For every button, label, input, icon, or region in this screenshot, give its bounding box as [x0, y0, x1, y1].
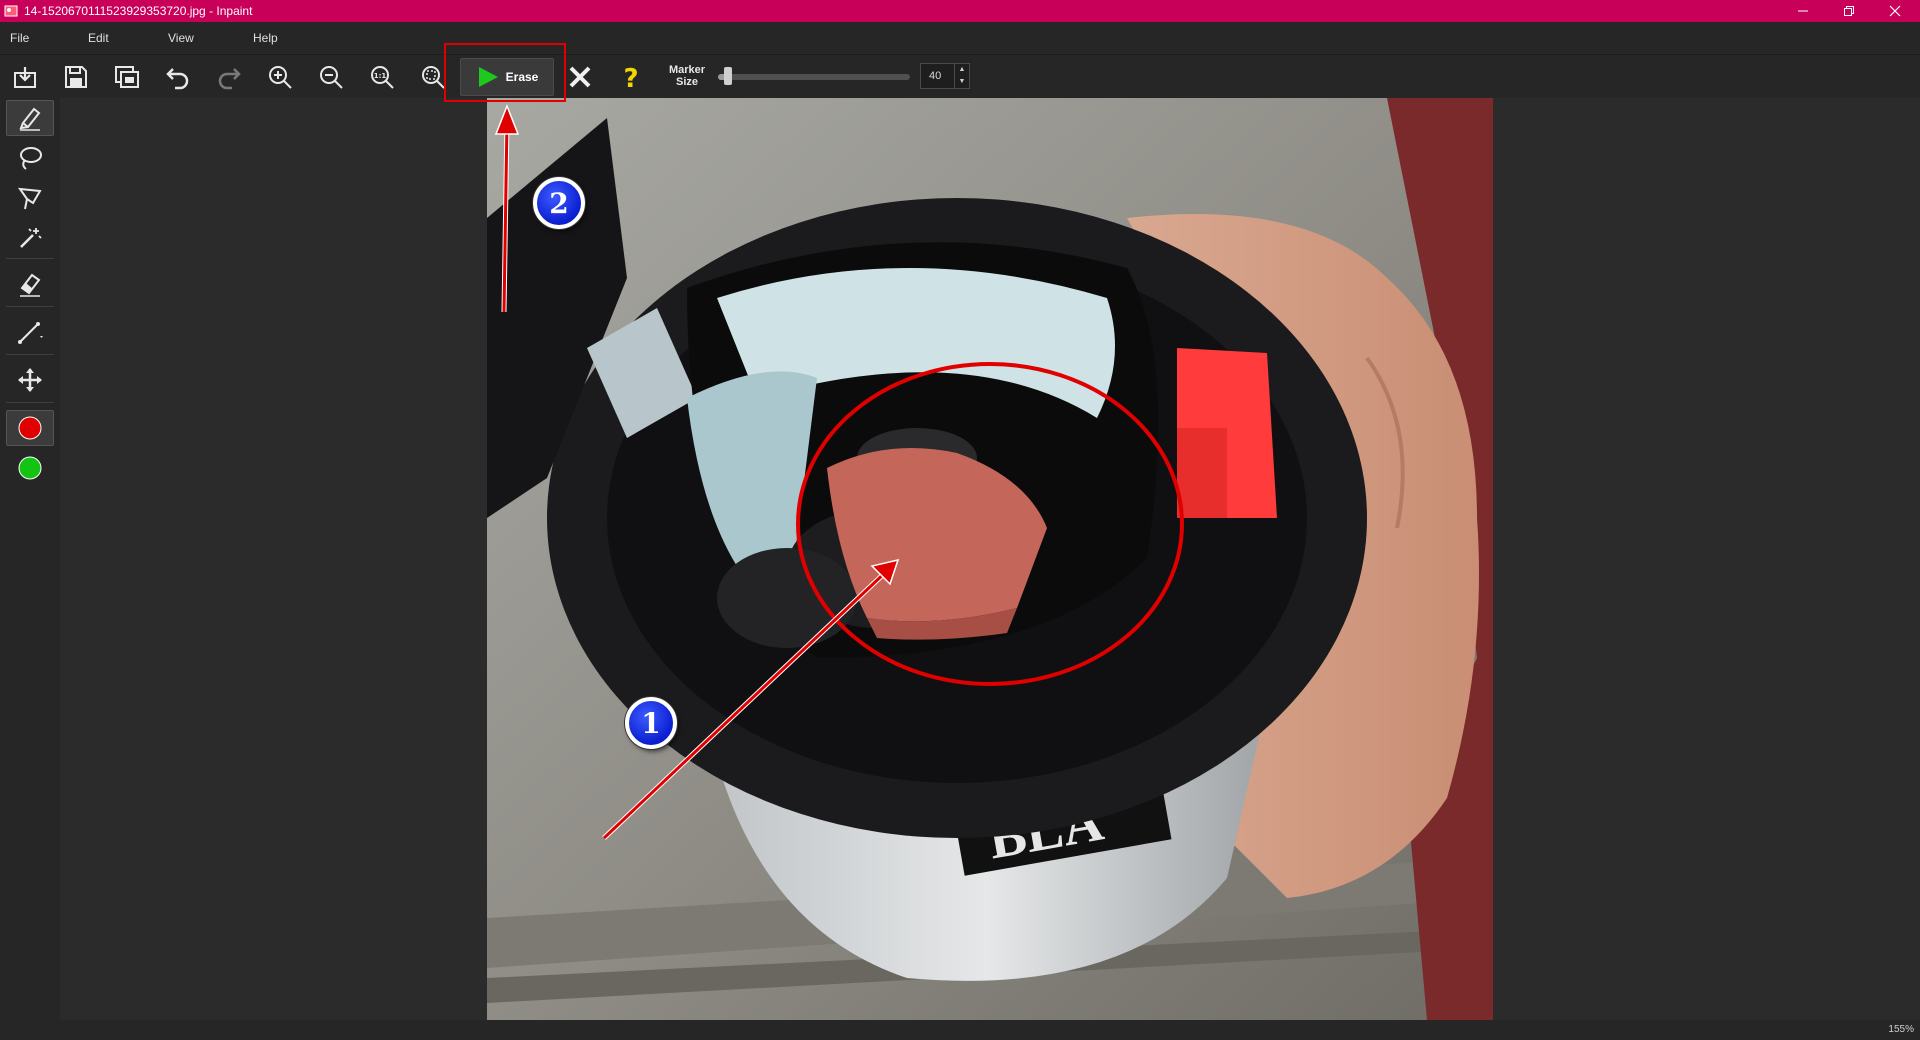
move-tool[interactable] [6, 362, 54, 398]
lasso-icon [20, 147, 42, 170]
undo-button[interactable] [163, 62, 193, 92]
polygon-lasso-icon [17, 187, 42, 210]
marker-size-value: 40 [929, 70, 942, 82]
zoom-out-button[interactable] [316, 62, 346, 92]
marker-label-line1: Marker [668, 64, 706, 76]
zoom-actual-button[interactable]: 1:1 [367, 62, 397, 92]
eraser-icon [20, 273, 41, 297]
lasso-tool[interactable] [6, 140, 54, 176]
red-dot-icon [18, 416, 42, 440]
menu-view[interactable]: View [168, 31, 194, 45]
slider-handle[interactable] [723, 67, 732, 85]
save-icon [65, 66, 87, 88]
image-canvas[interactable]: BLA [487, 98, 1493, 1020]
marker-size-slider[interactable] [718, 67, 910, 85]
erase-button-highlight [444, 43, 566, 102]
keep-color-tool[interactable] [6, 450, 54, 486]
help-button[interactable]: ? [616, 62, 646, 92]
menu-bar: File Edit View Help [0, 22, 1920, 54]
close-button[interactable] [1872, 0, 1918, 22]
restore-icon [1844, 6, 1854, 16]
step-badge-1: 1 [625, 697, 677, 749]
open-icon [14, 67, 36, 88]
marker-tool[interactable] [6, 100, 54, 136]
photo-illustration: BLA [487, 98, 1493, 1020]
svg-text:?: ? [623, 64, 638, 90]
zoom-fit-icon [422, 66, 445, 89]
spin-up-icon[interactable]: ▲ [955, 64, 969, 76]
toolbox-divider [6, 354, 54, 355]
spin-down-icon[interactable]: ▼ [955, 76, 969, 88]
toolbox-divider [6, 258, 54, 259]
green-dot-icon [18, 456, 42, 480]
marker-size-label: Marker Size [660, 64, 714, 88]
zoom-level: 155% [1888, 1024, 1914, 1035]
move-icon [18, 368, 42, 392]
batch-icon [115, 66, 139, 88]
magic-wand-tool[interactable] [6, 220, 54, 256]
redo-button[interactable] [214, 62, 244, 92]
open-button[interactable] [10, 62, 40, 92]
undo-icon [166, 68, 189, 90]
zoom-in-button[interactable] [265, 62, 295, 92]
zoom-out-icon [320, 66, 343, 89]
toolbox-divider [6, 402, 54, 403]
redo-icon [218, 68, 241, 90]
line-icon [18, 322, 43, 344]
restore-button[interactable] [1826, 0, 1872, 22]
marker-size-input[interactable]: 40 ▲ ▼ [920, 63, 970, 89]
cancel-button[interactable] [565, 62, 595, 92]
step-badge-2: 2 [533, 177, 585, 229]
toolbox-divider [6, 306, 54, 307]
tool-panel [0, 98, 60, 1040]
app-icon [4, 5, 18, 17]
marker-label-line2: Size [675, 76, 698, 88]
line-tool[interactable] [6, 314, 54, 350]
spin-arrows[interactable]: ▲ ▼ [954, 64, 969, 88]
svg-text:1:1: 1:1 [374, 72, 387, 80]
window-title: 14-152067011152392935372​0.jpg - Inpaint [24, 4, 253, 18]
close-icon [569, 66, 591, 88]
batch-button[interactable] [112, 62, 142, 92]
save-button[interactable] [61, 62, 91, 92]
minimize-icon [1798, 10, 1808, 12]
close-icon [1889, 5, 1901, 17]
menu-help[interactable]: Help [253, 31, 278, 45]
main-toolbar: 1:1 Erase ? Marker Size 40 ▲ ▼ [0, 54, 1920, 100]
remove-color-tool[interactable] [6, 410, 54, 446]
magic-wand-icon [20, 228, 42, 248]
minimize-button[interactable] [1780, 0, 1826, 22]
zoom-actual-icon: 1:1 [371, 66, 394, 89]
zoom-in-icon [269, 66, 292, 89]
question-icon: ? [623, 64, 638, 90]
eraser-tool[interactable] [6, 266, 54, 302]
menu-file[interactable]: File [10, 31, 29, 45]
menu-edit[interactable]: Edit [88, 31, 109, 45]
status-bar: 155% [0, 1020, 1920, 1040]
marker-icon [19, 107, 41, 131]
polygon-lasso-tool[interactable] [6, 180, 54, 216]
title-bar: 14-152067011152392935372​0.jpg - Inpaint [0, 0, 1920, 22]
